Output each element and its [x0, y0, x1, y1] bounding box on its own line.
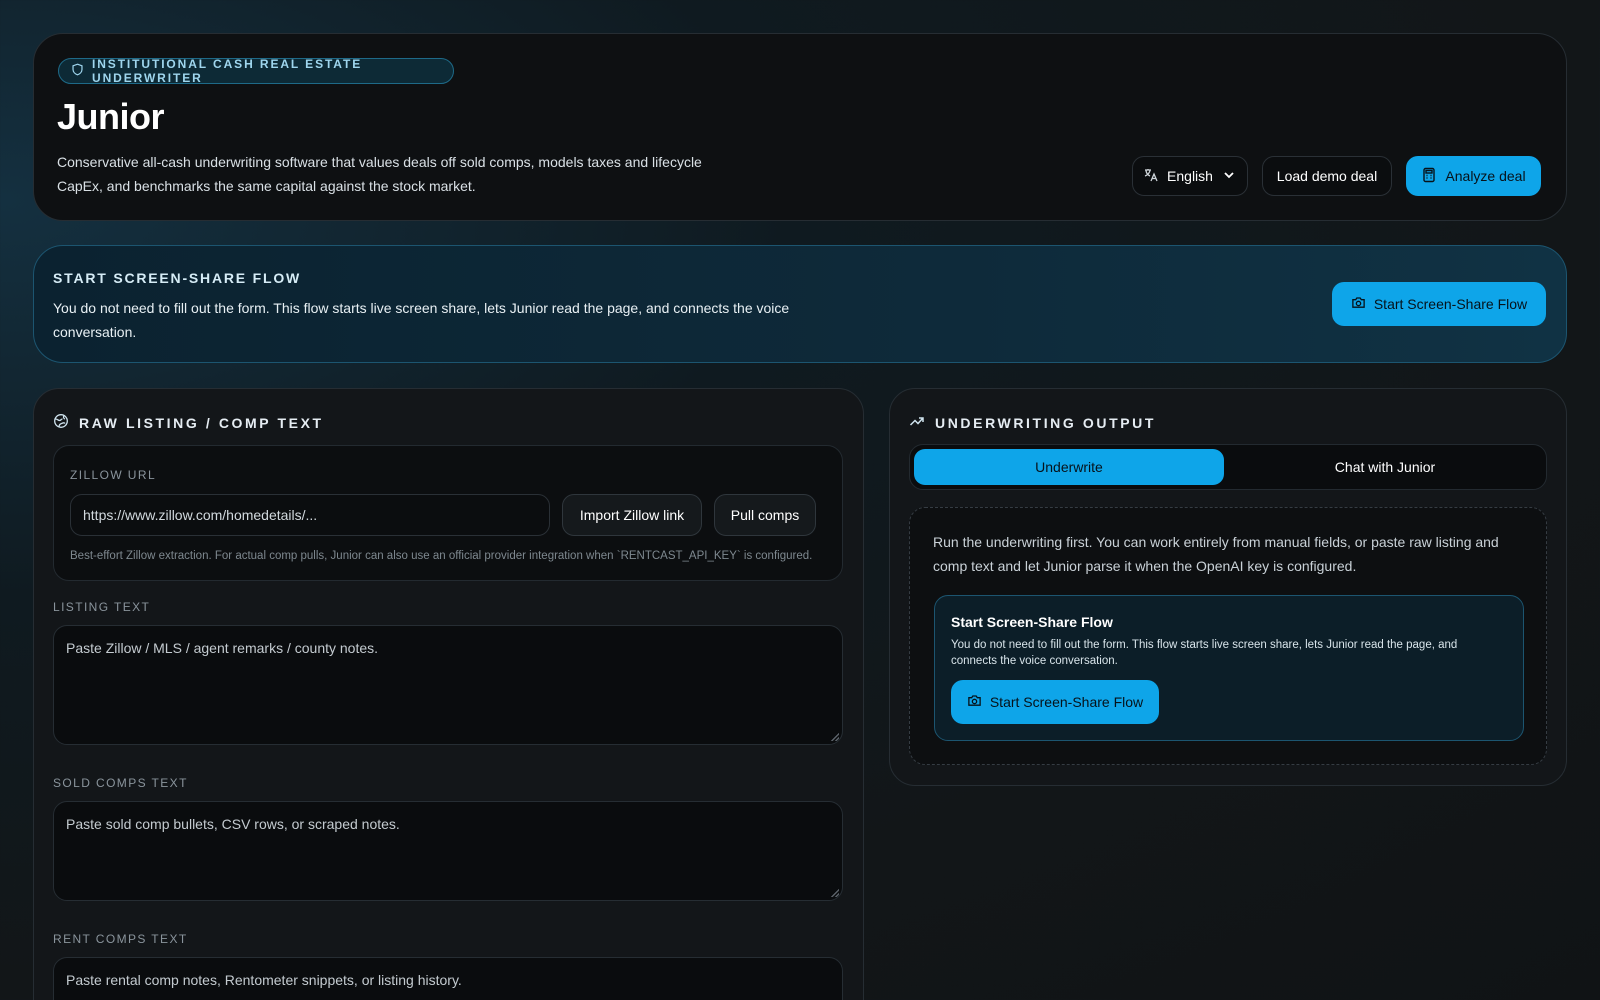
camera-icon: [1351, 295, 1366, 313]
resize-handle[interactable]: [831, 889, 839, 897]
translate-icon: [1143, 167, 1159, 186]
output-tabs: Underwrite Chat with Junior: [909, 444, 1547, 490]
language-label: English: [1167, 168, 1213, 184]
chevron-down-icon: [1221, 167, 1237, 186]
output-empty-state: Run the underwriting first. You can work…: [909, 507, 1547, 765]
listing-text-area[interactable]: Paste Zillow / MLS / agent remarks / cou…: [53, 625, 843, 745]
app-description: Conservative all-cash underwriting softw…: [57, 154, 702, 194]
underwriting-output-title: UNDERWRITING OUTPUT: [909, 413, 1156, 432]
listing-text-placeholder: Paste Zillow / MLS / agent remarks / cou…: [66, 640, 379, 656]
rent-comps-text-area[interactable]: Paste rental comp notes, Rentometer snip…: [53, 957, 843, 1000]
resize-handle[interactable]: [831, 733, 839, 741]
load-demo-button[interactable]: Load demo deal: [1262, 156, 1392, 196]
badge-label: INSTITUTIONAL CASH REAL ESTATE UNDERWRIT…: [92, 57, 363, 85]
card-start-screen-share-label: Start Screen-Share Flow: [989, 694, 1144, 710]
zillow-url-input[interactable]: https://www.zillow.com/homedetails/...: [70, 494, 550, 536]
raw-listing-title-text: RAW LISTING / COMP TEXT: [79, 414, 324, 431]
analyze-deal-label: Analyze deal: [1445, 168, 1526, 184]
screen-share-card-description: You do not need to fill out the form. Th…: [951, 639, 1458, 667]
sold-comps-label: SOLD COMPS TEXT: [53, 776, 188, 790]
language-selector[interactable]: English: [1132, 156, 1248, 196]
screen-share-card-title: Start Screen-Share Flow: [951, 614, 1113, 630]
rent-comps-label: RENT COMPS TEXT: [53, 932, 188, 946]
camera-icon: [967, 693, 982, 711]
screen-share-card: Start Screen-Share Flow You do not need …: [934, 595, 1524, 741]
app-title: Junior: [57, 96, 165, 137]
raw-listing-title: RAW LISTING / COMP TEXT: [53, 413, 324, 432]
pull-comps-button[interactable]: Pull comps: [714, 494, 816, 536]
import-zillow-button[interactable]: Import Zillow link: [562, 494, 702, 536]
underwriting-output-panel: UNDERWRITING OUTPUT Underwrite Chat with…: [889, 388, 1567, 786]
tab-underwrite[interactable]: Underwrite: [914, 449, 1224, 485]
card-start-screen-share-button[interactable]: Start Screen-Share Flow: [951, 680, 1159, 724]
shield-icon: [71, 63, 84, 79]
screen-share-banner: START SCREEN-SHARE FLOW You do not need …: [33, 245, 1567, 363]
tab-chat-with-junior[interactable]: Chat with Junior: [1228, 449, 1542, 485]
start-screen-share-button[interactable]: Start Screen-Share Flow: [1332, 282, 1546, 326]
rent-comps-placeholder: Paste rental comp notes, Rentometer snip…: [66, 972, 462, 988]
banner-description: You do not need to fill out the form. Th…: [53, 300, 790, 340]
trending-up-icon: [909, 413, 925, 432]
globe-icon: [53, 413, 69, 432]
zillow-url-label: ZILLOW URL: [70, 468, 157, 482]
sold-comps-text-area[interactable]: Paste sold comp bullets, CSV rows, or sc…: [53, 801, 843, 901]
raw-listing-panel: RAW LISTING / COMP TEXT ZILLOW URL https…: [33, 388, 864, 1000]
zillow-section: ZILLOW URL https://www.zillow.com/homede…: [53, 445, 843, 581]
app-header: INSTITUTIONAL CASH REAL ESTATE UNDERWRIT…: [33, 33, 1567, 221]
banner-title: START SCREEN-SHARE FLOW: [53, 270, 302, 286]
start-screen-share-label: Start Screen-Share Flow: [1373, 296, 1528, 312]
sold-comps-placeholder: Paste sold comp bullets, CSV rows, or sc…: [66, 816, 400, 832]
category-badge: INSTITUTIONAL CASH REAL ESTATE UNDERWRIT…: [58, 57, 454, 85]
listing-text-label: LISTING TEXT: [53, 600, 151, 614]
empty-state-text: Run the underwriting first. You can work…: [933, 534, 1499, 574]
analyze-deal-button[interactable]: Analyze deal: [1406, 156, 1541, 196]
zillow-hint: Best-effort Zillow extraction. For actua…: [70, 550, 813, 562]
calculator-icon: [1421, 167, 1437, 186]
underwriting-output-title-text: UNDERWRITING OUTPUT: [935, 414, 1157, 431]
